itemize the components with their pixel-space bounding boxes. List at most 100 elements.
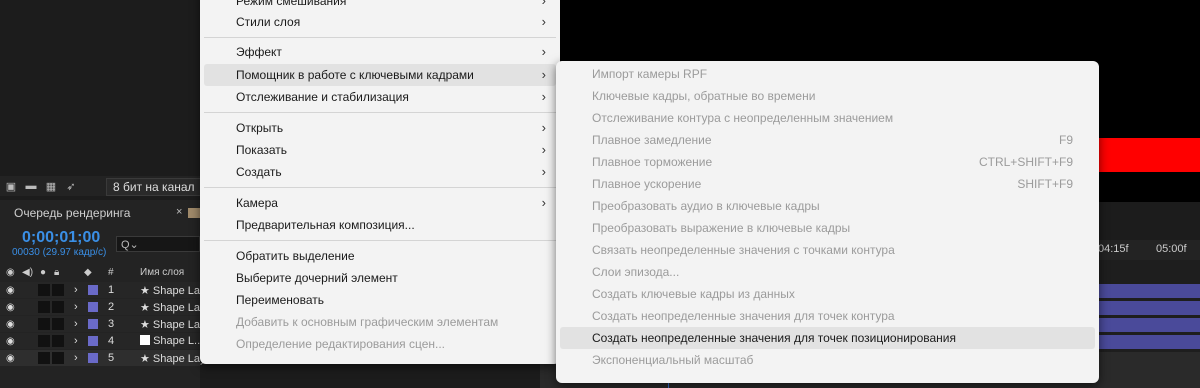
- label-color-swatch[interactable]: [88, 319, 98, 329]
- menu-item-select-children[interactable]: Выберите дочерний элемент: [204, 267, 556, 289]
- lock-toggle[interactable]: [52, 335, 64, 347]
- timeline-ruler[interactable]: 04:15f 05:00f: [1098, 240, 1200, 260]
- layer-number: 5: [108, 352, 115, 364]
- menu-item-effect[interactable]: Эффект ›: [204, 41, 556, 63]
- menu-item-label: Обратить выделение: [236, 249, 355, 263]
- solid-thumbnail: [140, 335, 150, 345]
- expand-arrow-icon[interactable]: ›: [74, 318, 78, 330]
- menu-item-label: Слои эпизода...: [592, 265, 680, 279]
- layer-name-header[interactable]: Имя слоя: [140, 267, 184, 278]
- tab-render-queue[interactable]: Очередь рендеринга: [14, 206, 130, 220]
- current-timecode[interactable]: 0;00;01;00: [22, 229, 100, 247]
- solo-toggle[interactable]: [38, 301, 50, 313]
- submenu-item-easy-ease-out: Плавное ускорение SHIFT+F9: [560, 173, 1095, 195]
- frame-rate-info: 00030 (29.97 кадр/с): [12, 247, 107, 258]
- menu-item-label: Преобразовать выражение в ключевые кадры: [592, 221, 851, 235]
- label-icon[interactable]: ◆: [84, 267, 92, 278]
- label-color-swatch[interactable]: [88, 302, 98, 312]
- menu-item-label: Выберите дочерний элемент: [236, 271, 398, 285]
- menu-shortcut: CTRL+SHIFT+F9: [978, 155, 1073, 169]
- layer-name[interactable]: ★ Shape La: [140, 318, 200, 331]
- solo-toggle[interactable]: [38, 352, 50, 364]
- eye-icon[interactable]: ◉: [6, 267, 15, 278]
- expand-arrow-icon[interactable]: ›: [74, 301, 78, 313]
- lock-toggle[interactable]: [52, 352, 64, 364]
- lock-toggle[interactable]: [52, 284, 64, 296]
- submenu-item-easy-ease: Плавное замедление F9: [560, 129, 1095, 151]
- expand-arrow-icon[interactable]: ›: [74, 284, 78, 296]
- layer-number: 1: [108, 284, 115, 296]
- table-row[interactable]: ◉ › 2 ★ Shape La: [0, 299, 200, 315]
- new-folder-icon[interactable]: ▬: [24, 180, 38, 192]
- menu-item-label: Добавить к основным графическим элемента…: [236, 315, 499, 329]
- table-row[interactable]: ◉ › 1 ★ Shape La: [0, 282, 200, 298]
- menu-item-layer-styles[interactable]: Стили слоя ›: [204, 11, 556, 33]
- layer-number: 2: [108, 301, 115, 313]
- lock-toggle[interactable]: [52, 318, 64, 330]
- solo-toggle[interactable]: [38, 284, 50, 296]
- layer-duration-bar[interactable]: [1098, 301, 1200, 315]
- solo-toggle[interactable]: [38, 335, 50, 347]
- eye-icon[interactable]: ◉: [6, 353, 15, 364]
- eye-icon[interactable]: ◉: [6, 336, 15, 347]
- new-composition-icon[interactable]: ▦: [44, 180, 58, 193]
- layer-number: 4: [108, 335, 115, 347]
- label-color-swatch[interactable]: [88, 353, 98, 363]
- render-icon[interactable]: ➶: [64, 180, 78, 193]
- label-color-swatch[interactable]: [88, 285, 98, 295]
- expand-arrow-icon[interactable]: ›: [74, 335, 78, 347]
- audio-icon[interactable]: ◀): [22, 267, 33, 278]
- label-color-swatch[interactable]: [88, 336, 98, 346]
- expand-arrow-icon[interactable]: ›: [74, 352, 78, 364]
- layer-number: 3: [108, 318, 115, 330]
- menu-item-label: Режим смешивания: [236, 0, 347, 8]
- menu-separator: [204, 112, 556, 113]
- menu-item-label: Открыть: [236, 121, 284, 135]
- layer-duration-bar[interactable]: [1098, 284, 1200, 298]
- menu-item-invert-selection[interactable]: Обратить выделение: [204, 245, 556, 267]
- table-row[interactable]: ◉ › 4 Shape L...: [0, 333, 203, 349]
- close-icon[interactable]: ×: [176, 206, 182, 218]
- layer-context-menu: Режим смешивания › Стили слоя › Эффект › По…: [200, 0, 560, 364]
- layer-duration-bar[interactable]: [1098, 335, 1200, 349]
- menu-item-label: Помощник в работе с ключевыми кадрами: [236, 68, 474, 82]
- composition-red-shape: [1096, 138, 1200, 172]
- menu-item-precompose[interactable]: Предварительная композиция...: [204, 214, 556, 236]
- layer-name[interactable]: ★ Shape La: [140, 284, 200, 297]
- menu-item-label: Плавное торможение: [592, 155, 713, 169]
- menu-item-add-essential-graphics: Добавить к основным графическим элемента…: [204, 311, 556, 333]
- table-row[interactable]: ◉ › 3 ★ Shape La: [0, 316, 200, 332]
- comp-tab-swatch[interactable]: [188, 208, 200, 218]
- menu-item-rename[interactable]: Переименовать: [204, 289, 556, 311]
- bit-depth-button[interactable]: 8 бит на канал: [106, 178, 206, 196]
- eye-icon[interactable]: ◉: [6, 302, 15, 313]
- solo-toggle[interactable]: [38, 318, 50, 330]
- search-icon: Q⌄: [121, 239, 139, 251]
- lock-icon[interactable]: 🔒︎: [54, 267, 59, 278]
- menu-item-keyframe-assistant[interactable]: Помощник в работе с ключевыми кадрами ›: [204, 64, 556, 86]
- solo-icon[interactable]: ●: [40, 267, 46, 278]
- layer-name-text: Shape La: [152, 318, 201, 331]
- submenu-item-nulls-for-position-points[interactable]: Создать неопределенные значения для точе…: [560, 327, 1095, 349]
- interpret-footage-icon[interactable]: ▣: [4, 180, 18, 193]
- menu-item-reveal[interactable]: Показать ›: [204, 139, 556, 161]
- menu-item-camera[interactable]: Камера ›: [204, 192, 556, 214]
- menu-item-label: Отслеживание и стабилизация: [236, 90, 409, 104]
- menu-item-label: Эффект: [236, 45, 282, 59]
- menu-item-label: Переименовать: [236, 293, 324, 307]
- lock-toggle[interactable]: [52, 301, 64, 313]
- menu-item-label: Создать неопределенные значения для точе…: [592, 331, 956, 345]
- menu-item-label: Связать неопределенные значения с точкам…: [592, 243, 895, 257]
- chevron-right-icon: ›: [541, 120, 546, 135]
- menu-item-label: Стили слоя: [236, 15, 301, 29]
- layer-name[interactable]: Shape L...: [140, 335, 203, 347]
- menu-item-tracking[interactable]: Отслеживание и стабилизация ›: [204, 86, 556, 108]
- layer-duration-bar[interactable]: [1098, 318, 1200, 332]
- menu-item-create[interactable]: Создать ›: [204, 161, 556, 183]
- menu-item-open[interactable]: Открыть ›: [204, 117, 556, 139]
- eye-icon[interactable]: ◉: [6, 319, 15, 330]
- eye-icon[interactable]: ◉: [6, 285, 15, 296]
- table-row[interactable]: ◉ › 5 ★ Shape Layer 1: [0, 350, 224, 366]
- layer-search-input[interactable]: Q⌄: [116, 236, 200, 252]
- layer-name[interactable]: ★ Shape La: [140, 301, 200, 314]
